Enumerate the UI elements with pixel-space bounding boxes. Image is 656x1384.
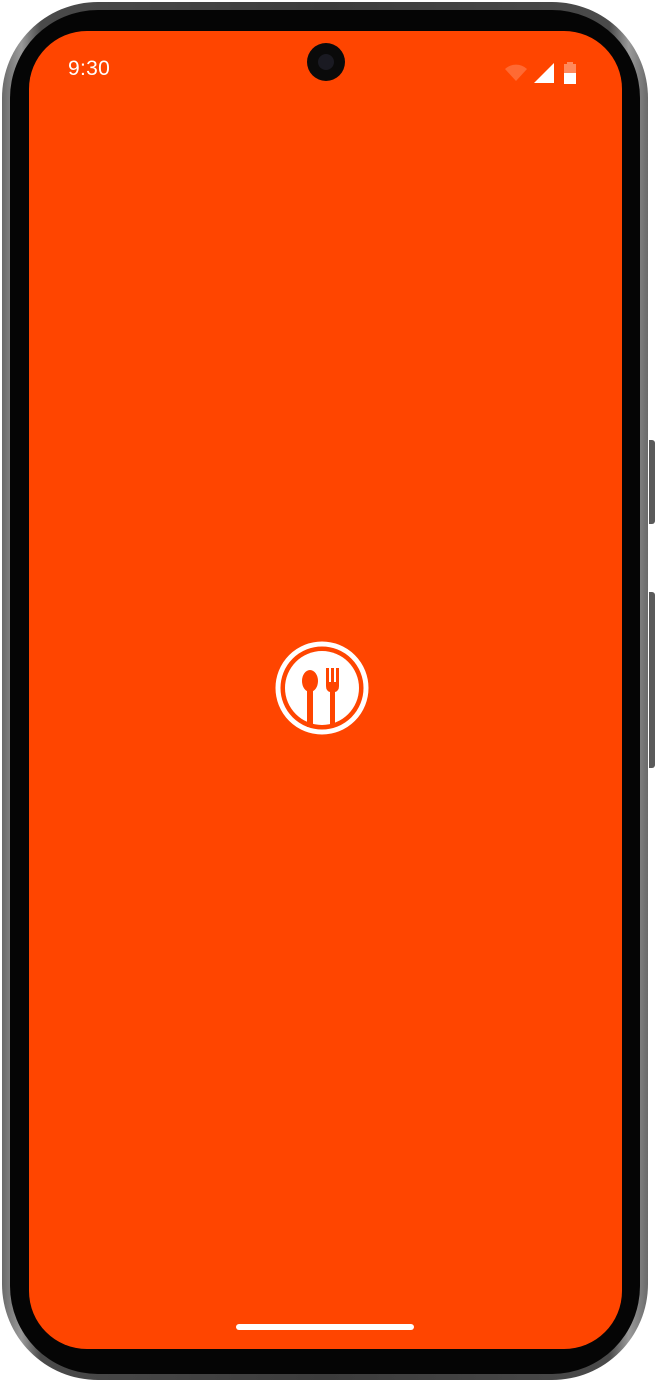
splash-screen: 9:30	[29, 31, 622, 1349]
status-bar-icons	[504, 61, 584, 85]
spoon-fork-icon	[275, 641, 369, 735]
phone-device: 9:30	[0, 0, 656, 1384]
power-button	[649, 440, 655, 524]
battery-icon	[564, 62, 576, 84]
home-indicator[interactable]	[236, 1324, 414, 1330]
wifi-icon	[505, 64, 527, 81]
status-bar-time: 9:30	[68, 57, 111, 80]
cell-signal-icon	[534, 63, 554, 83]
volume-button	[649, 592, 655, 768]
front-camera	[307, 43, 345, 81]
